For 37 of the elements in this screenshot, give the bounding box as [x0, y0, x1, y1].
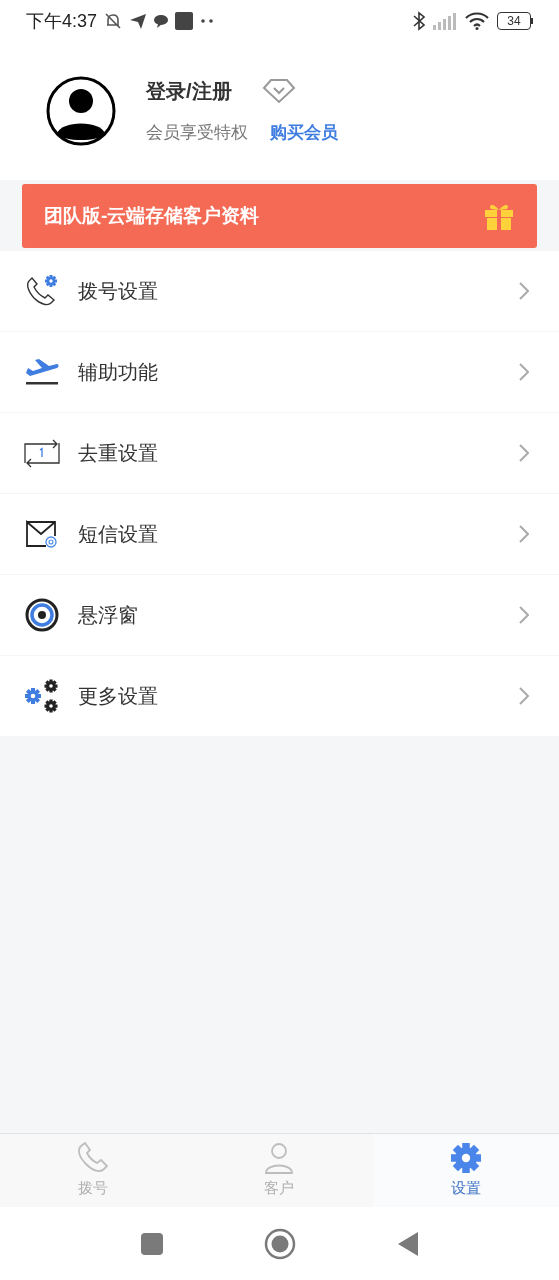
status-time: 下午4:37 — [26, 9, 98, 33]
phone-gear-icon — [24, 274, 60, 308]
chevron-right-icon — [519, 525, 529, 543]
chat-bubble-icon — [153, 13, 170, 29]
battery: 34 — [497, 12, 533, 30]
target-icon — [24, 597, 60, 633]
bluetooth-icon — [413, 11, 425, 31]
menu-item[interactable]: 辅助功能 — [0, 332, 559, 412]
menu-item[interactable]: 短信设置 — [0, 494, 559, 574]
person-icon — [263, 1141, 296, 1176]
square-icon — [175, 12, 194, 30]
avatar — [46, 76, 116, 146]
send-icon — [129, 12, 148, 30]
dots-icon — [199, 18, 216, 24]
chevron-right-icon — [519, 282, 529, 300]
menu-item[interactable]: 拨号设置 — [0, 251, 559, 331]
airplane-takeoff-icon — [24, 357, 60, 387]
chevron-right-icon — [519, 606, 529, 624]
signal-icon — [433, 12, 457, 30]
home-icon[interactable] — [263, 1227, 296, 1260]
tab[interactable]: 设置 — [372, 1134, 559, 1207]
gears-icon — [23, 678, 61, 714]
recents-icon[interactable] — [139, 1231, 164, 1256]
wifi-icon — [465, 12, 489, 30]
menu-item[interactable]: 更多设置 — [0, 656, 559, 736]
menu-item[interactable]: 去重设置 — [0, 413, 559, 493]
chevron-right-icon — [519, 687, 529, 705]
menu-item[interactable]: 悬浮窗 — [0, 575, 559, 655]
login-title[interactable]: 登录/注册 — [146, 76, 232, 107]
repeat-icon — [23, 437, 61, 469]
envelope-gear-icon — [24, 519, 60, 549]
chevron-right-icon — [519, 444, 529, 462]
buy-membership-link[interactable]: 购买会员 — [270, 120, 338, 146]
member-text: 会员享受特权 — [146, 122, 248, 145]
chevron-right-icon — [519, 363, 529, 381]
diamond-icon — [261, 78, 296, 105]
gear-icon — [448, 1141, 483, 1176]
